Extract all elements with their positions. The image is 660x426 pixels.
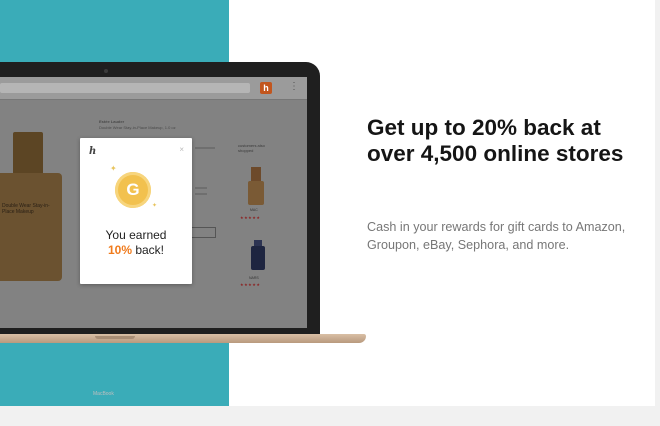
sidebar-heading: customers also shopped: [238, 143, 265, 153]
product-brand: Estée Lauder: [99, 119, 125, 124]
related-product-cap: [251, 167, 261, 181]
related-product-name: NARS: [249, 276, 259, 280]
honey-extension-icon[interactable]: h: [260, 82, 272, 94]
bottom-strip: [0, 406, 660, 426]
related-product-image[interactable]: [248, 181, 264, 205]
sparkle-icon: ✦: [152, 203, 158, 209]
address-bar[interactable]: [0, 83, 250, 93]
bottle-label: Double Wear Stay-in-Place Makeup: [2, 203, 50, 215]
promo-subtext: Cash in your rewards for gift cards to A…: [367, 220, 626, 252]
text-line: [195, 193, 207, 195]
gold-coin-icon: G: [115, 172, 151, 208]
product-name: Double Wear Stay-in-Place Makeup, 1.0 oz: [99, 125, 176, 130]
related-product-image[interactable]: [251, 246, 265, 270]
add-to-bag-button[interactable]: [190, 227, 216, 238]
laptop-notch: [95, 336, 135, 339]
earned-back-text: back!: [132, 243, 165, 257]
laptop-brand-label: MacBook: [93, 391, 114, 397]
earned-percent: 10%: [107, 243, 132, 257]
earned-text: You earned: [105, 228, 167, 242]
text-line: [195, 187, 207, 189]
sparkle-icon: ✦: [110, 164, 117, 173]
foundation-bottle-image: Double Wear Stay-in-Place Makeup: [0, 173, 62, 281]
browser-menu-icon[interactable]: ⋮: [289, 81, 299, 92]
foundation-bottle-cap: [13, 132, 43, 176]
close-icon[interactable]: ×: [179, 145, 184, 154]
related-product-rating: ★★★★★: [240, 215, 261, 220]
related-product-rating: ★★★★★: [240, 282, 261, 287]
earned-percent-text: 10% back!: [80, 243, 192, 257]
browser-toolbar: h ⋮: [0, 77, 307, 100]
camera-dot: [104, 69, 108, 73]
laptop-base: [0, 334, 366, 343]
related-product-name: MAC: [250, 208, 258, 212]
text-line: [195, 147, 215, 149]
honey-reward-popup: h × ✦ ✦ G You earned 10% back!: [80, 138, 192, 284]
honey-logo-icon: h: [89, 146, 97, 157]
promo-headline: Get up to 20% back at over 4,500 online …: [367, 115, 624, 166]
